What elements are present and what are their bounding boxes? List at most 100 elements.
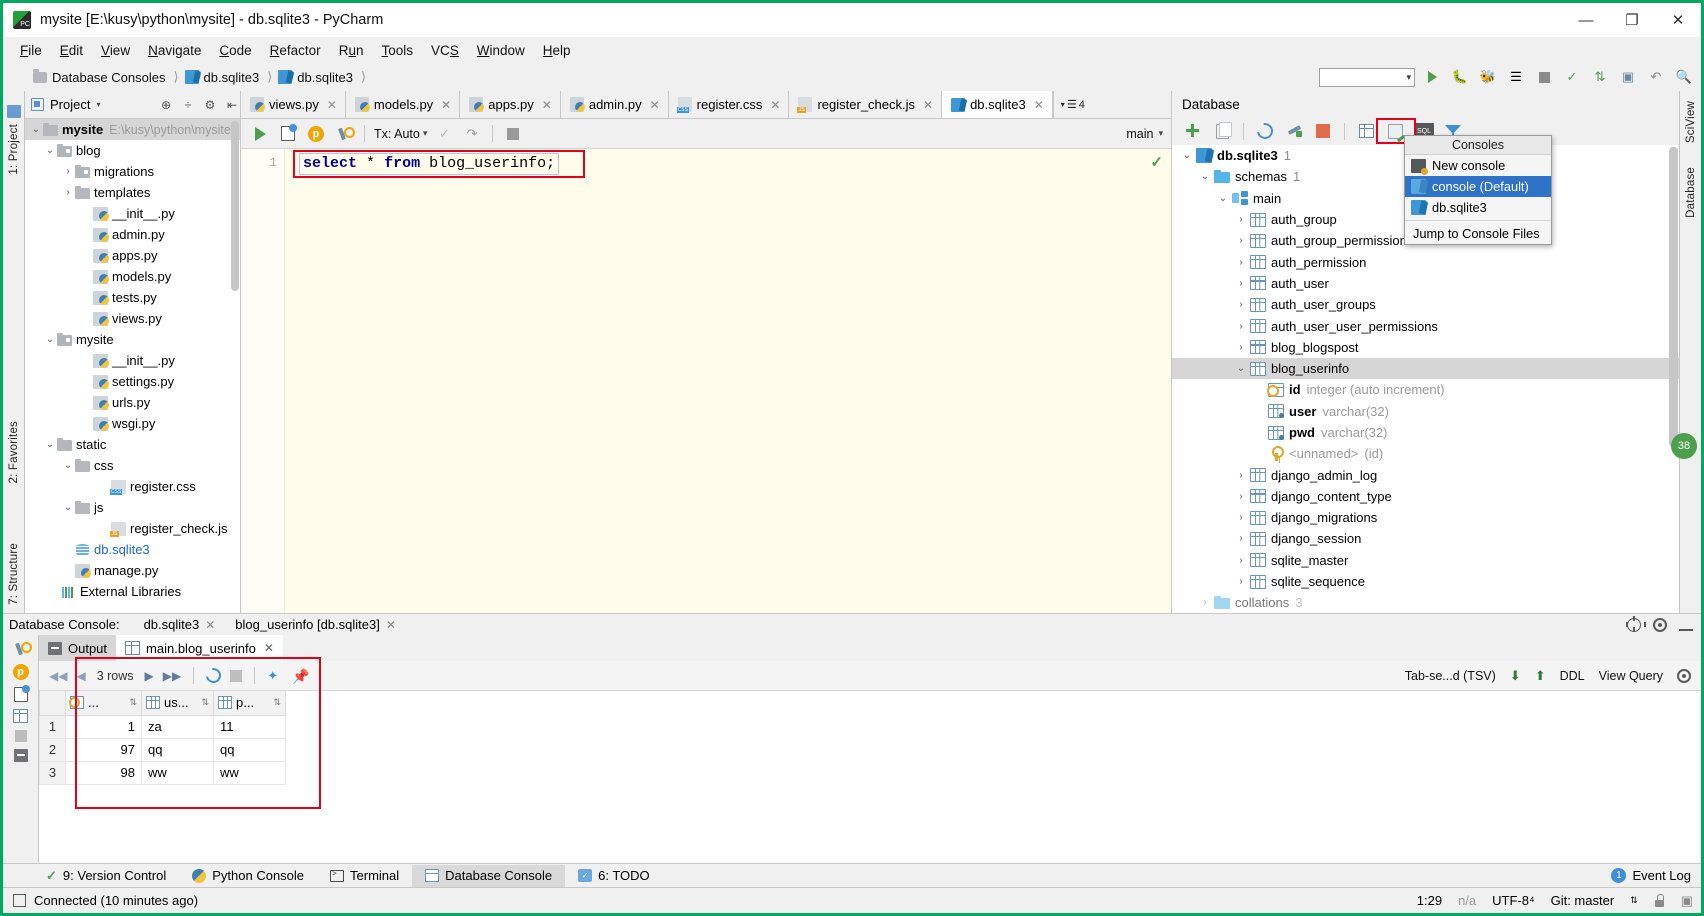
chevron-right-icon[interactable]: › — [1232, 555, 1250, 566]
close-icon[interactable]: ✕ — [205, 618, 215, 632]
toolwindow-python-console[interactable]: Python Console — [179, 865, 317, 887]
run-button[interactable] — [1421, 67, 1443, 87]
output-icon[interactable] — [13, 749, 28, 762]
db-node-django-content-type[interactable]: › django_content_type — [1172, 486, 1679, 507]
chevron-right-icon[interactable]: › — [1232, 342, 1250, 353]
rail-item-favorites[interactable]: 2: Favorites — [8, 421, 20, 483]
db-node-sqlite-master[interactable]: › sqlite_master — [1172, 550, 1679, 571]
cell-pwd[interactable]: qq — [213, 737, 286, 762]
hide-icon[interactable] — [1679, 619, 1693, 631]
settings-wrench-icon[interactable] — [13, 641, 32, 657]
breadcrumb-item-database-consoles[interactable]: Database Consoles — [33, 68, 165, 85]
git-branch-label[interactable]: Git: master — [1551, 893, 1615, 908]
result-tab-output[interactable]: Output — [39, 635, 117, 661]
value-editor-icon[interactable]: ✦ — [267, 668, 283, 683]
menu-file[interactable]: File — [11, 40, 51, 61]
tree-item-urls-py[interactable]: › urls.py — [25, 392, 240, 413]
tree-item-external-libraries[interactable]: › External Libraries — [25, 581, 240, 602]
stop-button[interactable] — [1533, 67, 1555, 87]
chevron-down-icon[interactable]: ⌄ — [1214, 193, 1232, 204]
tree-item-manage-py[interactable]: › manage.py — [25, 560, 240, 581]
editor-tab-views[interactable]: views.py ✕ — [241, 91, 346, 118]
history-icon[interactable] — [13, 685, 30, 702]
reload-icon[interactable] — [203, 665, 225, 686]
chevron-down-icon[interactable]: ⌄ — [43, 439, 57, 450]
chevron-right-icon[interactable]: › — [1232, 533, 1250, 544]
chevron-down-icon[interactable]: ⌄ — [61, 502, 75, 513]
stop-icon[interactable] — [1312, 120, 1334, 142]
db-node-column-user[interactable]: user varchar(32) — [1172, 401, 1679, 422]
chevron-right-icon[interactable]: › — [1232, 257, 1250, 268]
table-row[interactable]: 2 97 qq qq — [39, 737, 286, 762]
cell-pwd[interactable]: ww — [213, 760, 286, 785]
execute-history-icon[interactable] — [277, 123, 299, 145]
chevron-right-icon[interactable]: › — [1232, 321, 1250, 332]
tree-item-blog-init[interactable]: › __init__.py — [25, 203, 240, 224]
console-tab-db-sqlite3[interactable]: db.sqlite3 ✕ — [134, 617, 226, 632]
db-node-auth-user[interactable]: › auth_user — [1172, 273, 1679, 294]
toolwindow-terminal[interactable]: Terminal — [317, 865, 412, 887]
breadcrumb-item-db-1[interactable]: db.sqlite3 — [184, 70, 259, 85]
results-grid[interactable]: ... ⇅ us... ⇅ p... ⇅ 1 1 za 11 2 97 qq q… — [39, 691, 286, 785]
project-tree[interactable]: ⌄ mysite E:\kusy\python\mysite ⌄ blog › … — [25, 119, 241, 613]
run-script-icon[interactable] — [1384, 120, 1406, 142]
popup-item-new-console[interactable]: New console — [1405, 155, 1551, 176]
tree-item-models-py[interactable]: › models.py — [25, 266, 240, 287]
editor-tab-register-css[interactable]: register.css ✕ — [668, 91, 790, 118]
menu-help[interactable]: Help — [534, 40, 580, 61]
run-configuration-select[interactable] — [1319, 67, 1415, 87]
vcs-update-icon[interactable]: ✓ — [1561, 67, 1583, 87]
tree-item-blog[interactable]: ⌄ blog — [25, 140, 240, 161]
chevron-up-down-icon[interactable]: ⇅ — [1630, 895, 1638, 906]
locate-icon[interactable]: ⊕ — [158, 97, 174, 113]
caret-position[interactable]: 1:29 — [1417, 893, 1442, 908]
add-icon[interactable] — [1182, 120, 1204, 142]
rail-item-sciview[interactable]: SciView — [1685, 101, 1697, 143]
tree-item-migrations[interactable]: › migrations — [25, 161, 240, 182]
breadcrumb-item-db-2[interactable]: db.sqlite3 — [278, 70, 353, 85]
column-header-user[interactable]: us... ⇅ — [141, 691, 214, 716]
cell-user[interactable]: ww — [141, 760, 214, 785]
close-icon[interactable]: ✕ — [264, 641, 274, 655]
hide-icon[interactable]: ⇤ — [224, 97, 240, 113]
data-source-properties-icon[interactable] — [1283, 120, 1305, 142]
tree-item-tests-py[interactable]: › tests.py — [25, 287, 240, 308]
collapse-all-icon[interactable]: ÷ — [180, 97, 196, 113]
menu-navigate[interactable]: Navigate — [139, 40, 210, 61]
toolwindow-version-control[interactable]: ✓ 9: Version Control — [33, 865, 179, 887]
db-node-collations[interactable]: › collations 3 — [1172, 592, 1679, 613]
maximize-button[interactable]: ❐ — [1609, 3, 1655, 37]
menu-refactor[interactable]: Refactor — [261, 40, 330, 61]
db-node-auth-permission[interactable]: › auth_permission — [1172, 251, 1679, 272]
menu-edit[interactable]: Edit — [51, 40, 92, 61]
chevron-right-icon[interactable]: › — [1232, 512, 1250, 523]
search-icon[interactable]: 🔍 — [1673, 67, 1695, 87]
project-tool-icon[interactable] — [6, 105, 21, 118]
db-node-column-pwd[interactable]: pwd varchar(32) — [1172, 422, 1679, 443]
tree-item-settings-py[interactable]: › settings.py — [25, 371, 240, 392]
menu-window[interactable]: Window — [468, 40, 534, 61]
gear-icon[interactable] — [1653, 617, 1667, 632]
gear-icon[interactable] — [1677, 668, 1691, 683]
chevron-right-icon[interactable]: › — [1232, 299, 1250, 310]
tree-item-static[interactable]: ⌄ static — [25, 434, 240, 455]
tree-item-css-folder[interactable]: ⌄ css — [25, 455, 240, 476]
cell-user[interactable]: qq — [141, 737, 214, 762]
cell-id[interactable]: 97 — [65, 737, 142, 762]
table-row[interactable]: 3 98 ww ww — [39, 760, 286, 785]
rail-item-structure[interactable]: 7: Structure — [8, 543, 20, 605]
chevron-down-icon[interactable]: ⌄ — [43, 145, 57, 156]
import-icon[interactable]: ⬆ — [1535, 668, 1546, 684]
sort-icon[interactable]: ⇅ — [201, 697, 209, 708]
editor-tab-register-check-js[interactable]: register_check.js ✕ — [789, 91, 943, 118]
next-page-button[interactable]: ▶ — [145, 669, 154, 683]
prev-page-button[interactable]: ◀ — [76, 669, 85, 683]
stop-button[interactable] — [502, 123, 524, 145]
db-node-django-admin-log[interactable]: › django_admin_log — [1172, 464, 1679, 485]
sort-icon[interactable]: ⇅ — [273, 697, 281, 708]
coverage-icon[interactable]: 🐝 — [1477, 67, 1499, 87]
chevron-down-icon[interactable]: ⌄ — [1178, 150, 1196, 161]
db-node-column-id[interactable]: id integer (auto increment) — [1172, 379, 1679, 400]
db-node-unnamed-key[interactable]: <unnamed> (id) — [1172, 443, 1679, 464]
first-page-button[interactable]: ◀◀ — [49, 669, 67, 683]
